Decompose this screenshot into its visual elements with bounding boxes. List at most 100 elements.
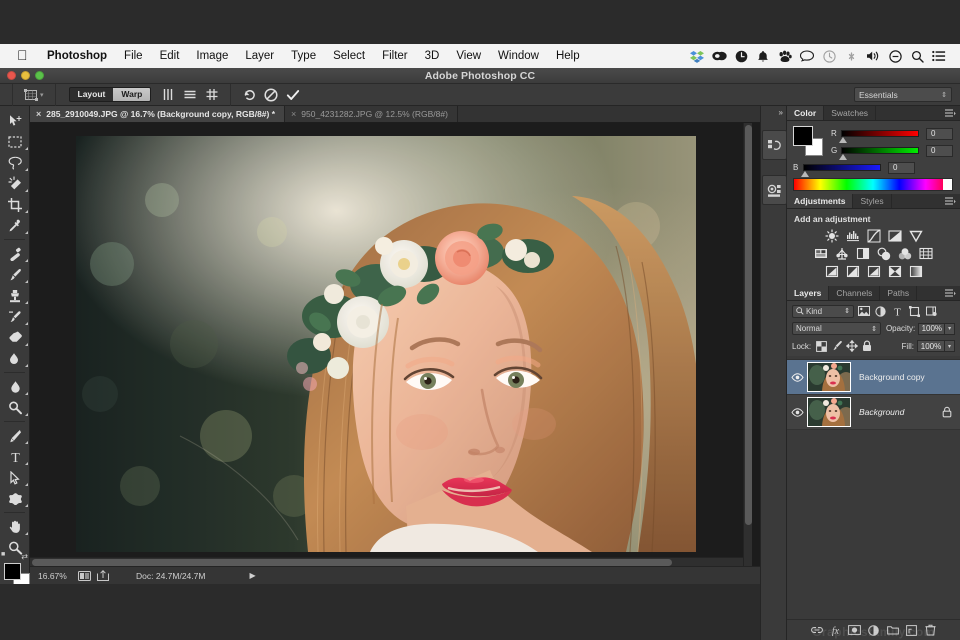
eye-icon[interactable] (787, 408, 807, 417)
zoom-level[interactable]: 16.67% (30, 571, 76, 581)
swap-colors-icon[interactable]: ⇄ (21, 552, 28, 561)
lock-image-pixels-icon[interactable] (829, 339, 844, 353)
menu-item-photoshop[interactable]: Photoshop (39, 44, 116, 68)
new-group-icon[interactable] (886, 623, 899, 637)
hand-tool[interactable] (0, 516, 30, 537)
document-tab-inactive[interactable]: × 950_4231282.JPG @ 12.5% (RGB/8#) (285, 106, 458, 122)
do-not-disturb-icon[interactable] (884, 44, 906, 68)
eye-icon[interactable] (787, 373, 807, 382)
vibrance-icon[interactable] (907, 228, 924, 243)
tab-paths[interactable]: Paths (880, 286, 917, 300)
layer-thumbnail[interactable] (807, 397, 851, 427)
invert-icon[interactable] (823, 264, 840, 279)
canvas-area[interactable] (30, 123, 760, 566)
color-lookup-icon[interactable] (918, 246, 935, 261)
panel-menu-icon[interactable] (941, 106, 960, 120)
gradient-map-icon[interactable] (907, 264, 924, 279)
warp-segment[interactable]: Warp (113, 88, 150, 101)
menu-item-3d[interactable]: 3D (416, 44, 448, 68)
eraser-tool[interactable] (0, 327, 30, 348)
lock-all-icon[interactable] (859, 339, 874, 353)
tab-styles[interactable]: Styles (853, 194, 891, 208)
move-tool[interactable] (0, 110, 30, 131)
tab-channels[interactable]: Channels (829, 286, 880, 300)
cloud-sync-icon[interactable] (708, 44, 730, 68)
levels-icon[interactable] (844, 228, 861, 243)
close-icon[interactable]: × (291, 109, 296, 119)
foreground-color-swatch[interactable] (4, 563, 21, 580)
posterize-icon[interactable] (844, 264, 861, 279)
layer-name[interactable]: Background copy (859, 372, 925, 382)
pen-tool[interactable] (0, 425, 30, 446)
menu-item-view[interactable]: View (448, 44, 490, 68)
filter-type-icon[interactable]: T (890, 304, 905, 318)
new-layer-icon[interactable] (905, 623, 918, 637)
vertical-scrollbar[interactable] (743, 123, 752, 566)
blue-value[interactable]: 0 (888, 162, 915, 174)
slider-thumb-icon[interactable] (839, 154, 847, 160)
hue-saturation-icon[interactable] (813, 246, 830, 261)
menu-item-select[interactable]: Select (325, 44, 374, 68)
bell-icon[interactable] (752, 44, 774, 68)
menu-list-icon[interactable] (928, 44, 950, 68)
menu-item-layer[interactable]: Layer (237, 44, 283, 68)
cancel-icon[interactable] (260, 85, 282, 105)
shape-tool[interactable] (0, 488, 30, 509)
layer-mask-icon[interactable] (848, 623, 861, 637)
portrait-with-flower-crown[interactable] (76, 136, 696, 552)
tab-color[interactable]: Color (787, 106, 824, 120)
spot-healing-brush-tool[interactable] (0, 243, 30, 264)
filter-shape-icon[interactable] (907, 304, 922, 318)
delete-layer-icon[interactable] (924, 623, 937, 637)
photo-filter-icon[interactable] (876, 246, 893, 261)
expand-panels-icon[interactable]: » (761, 106, 786, 118)
lasso-tool[interactable] (0, 152, 30, 173)
new-fill-adjustment-icon[interactable] (867, 623, 880, 637)
menu-item-type[interactable]: Type (283, 44, 325, 68)
threshold-icon[interactable] (865, 264, 882, 279)
eyedropper-tool[interactable] (0, 215, 30, 236)
black-white-icon[interactable] (855, 246, 872, 261)
gradient-tool[interactable] (0, 348, 30, 369)
blend-mode-select[interactable]: Normal ⇕ (792, 322, 881, 335)
filter-pixel-icon[interactable] (856, 304, 871, 318)
tab-swatches[interactable]: Swatches (824, 106, 876, 120)
commit-icon[interactable] (282, 85, 304, 105)
reset-icon[interactable] (238, 85, 260, 105)
layout-warp-toggle[interactable]: Layout Warp (69, 87, 152, 102)
blur-tool[interactable] (0, 376, 30, 397)
red-slider[interactable] (841, 130, 919, 137)
layer-style-icon[interactable]: fx (829, 623, 842, 637)
paw-icon[interactable] (774, 44, 796, 68)
share-icon[interactable] (95, 569, 111, 583)
rectangular-marquee-tool[interactable] (0, 131, 30, 152)
apple-logo-icon[interactable]:  (17, 48, 28, 62)
crop-tool[interactable] (0, 194, 30, 215)
brush-tool[interactable] (0, 264, 30, 285)
slider-thumb-icon[interactable] (839, 137, 847, 143)
opacity-value[interactable]: 100% (918, 323, 945, 335)
layer-row-background-copy[interactable]: Background copy (787, 360, 960, 395)
tab-adjustments[interactable]: Adjustments (787, 194, 853, 208)
split-horizontal-icon[interactable] (179, 85, 201, 105)
brightness-contrast-icon[interactable] (823, 228, 840, 243)
menu-item-file[interactable]: File (116, 44, 152, 68)
panel-menu-icon[interactable] (941, 286, 960, 300)
history-panel-icon[interactable] (762, 130, 787, 160)
fill-chevron-down-icon[interactable]: ▾ (945, 340, 955, 352)
green-value[interactable]: 0 (926, 145, 953, 157)
opacity-chevron-down-icon[interactable]: ▾ (945, 323, 955, 335)
layer-thumbnail[interactable] (807, 362, 851, 392)
dodge-tool[interactable] (0, 397, 30, 418)
time-machine-icon[interactable] (818, 44, 840, 68)
path-selection-tool[interactable] (0, 467, 30, 488)
color-panel-foreground-swatch[interactable] (793, 126, 813, 146)
clock-icon[interactable] (730, 44, 752, 68)
workspace-selector[interactable]: Essentials ⇕ (854, 87, 952, 102)
fill-value[interactable]: 100% (917, 340, 945, 352)
blue-slider[interactable] (803, 164, 881, 171)
layer-name[interactable]: Background (859, 407, 904, 417)
color-balance-icon[interactable] (834, 246, 851, 261)
type-tool[interactable]: T (0, 446, 30, 467)
menu-item-window[interactable]: Window (490, 44, 548, 68)
